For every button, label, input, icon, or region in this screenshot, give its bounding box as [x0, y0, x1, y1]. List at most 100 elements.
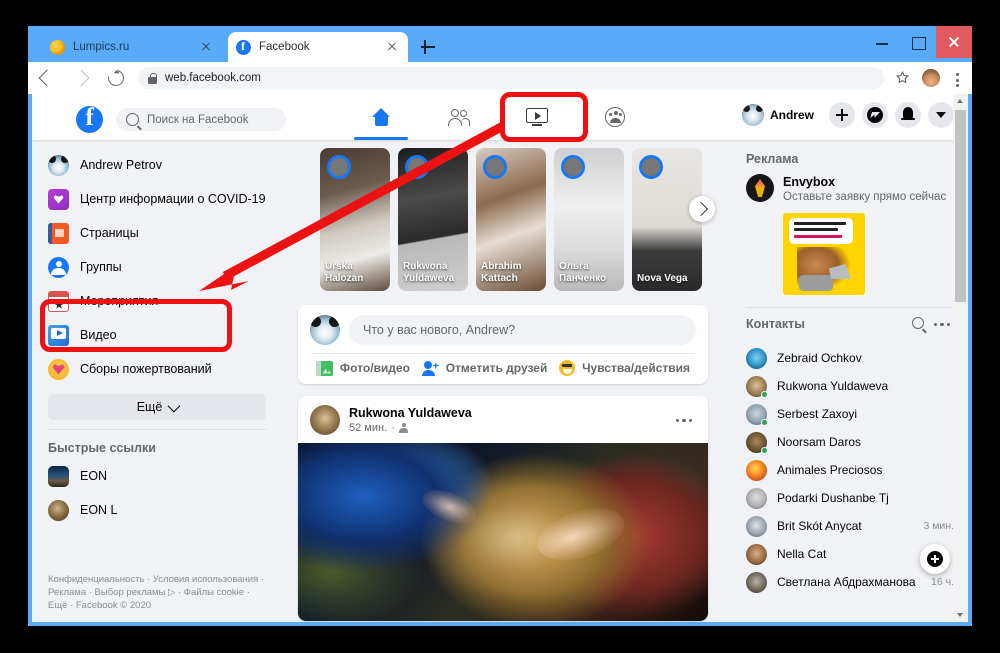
post-meta: Rukwona Yuldaweva 52 мин. · — [349, 406, 672, 435]
chevron-down-icon — [936, 112, 946, 118]
account-menu-button[interactable] — [928, 102, 954, 128]
quick-link-eon[interactable]: EON — [32, 459, 282, 493]
scrollbar-thumb[interactable] — [955, 110, 966, 302]
avatar — [310, 315, 340, 345]
right-sidebar: Реклама Envybox Оставьте заявку прямо се… — [732, 140, 968, 622]
see-more-button[interactable]: Ещё — [48, 394, 266, 420]
minimize-button[interactable] — [864, 26, 900, 58]
separator-dot: · — [391, 421, 395, 435]
contact-time: 3 мин. — [923, 520, 954, 532]
account-profile-chip[interactable]: Andrew — [739, 101, 822, 129]
avatar — [746, 460, 767, 481]
next-stories-button[interactable] — [689, 196, 715, 222]
address-bar[interactable]: web.facebook.com — [138, 67, 884, 89]
ad-unit[interactable]: Envybox Оставьте заявку прямо сейчас — [746, 174, 954, 205]
contact-row[interactable]: Noorsam Daros — [746, 428, 954, 456]
page-scrollbar[interactable] — [953, 94, 968, 622]
sidebar-item-fundraisers[interactable]: Сборы пожертвований — [32, 352, 282, 386]
reload-button[interactable] — [100, 63, 130, 93]
quick-link-eon-l[interactable]: EON L — [32, 493, 282, 527]
browser-tab-facebook[interactable]: Facebook — [228, 32, 408, 62]
center-feed: Urska Halozan Rukwona Yuldaweva Abrahim … — [282, 140, 732, 622]
avatar — [746, 404, 767, 425]
search-input[interactable]: Поиск на Facebook — [116, 108, 286, 131]
contact-row[interactable]: Brit Skót Anycat 3 мин. — [746, 512, 954, 540]
new-tab-button[interactable] — [418, 37, 438, 57]
sidebar-item-events[interactable]: Мероприятия — [32, 284, 282, 318]
new-message-button[interactable] — [920, 544, 950, 574]
avatar — [746, 572, 767, 593]
close-button[interactable] — [936, 26, 972, 58]
create-button[interactable] — [829, 102, 855, 128]
composer-input[interactable]: Что у вас нового, Andrew? — [349, 315, 696, 345]
sidebar-item-video[interactable]: Видео — [32, 318, 282, 352]
search-icon[interactable] — [906, 312, 930, 336]
nav-tab-gaming[interactable] — [576, 94, 654, 140]
sidebar-item-covid[interactable]: Центр информации о COVID-19 — [32, 182, 282, 216]
composer-action-label: Отметить друзей — [446, 361, 548, 375]
browser-menu-button[interactable] — [946, 65, 968, 91]
story-card[interactable]: Nova Vega — [632, 148, 702, 291]
post-author[interactable]: Rukwona Yuldaweva — [349, 406, 672, 421]
ad-advertiser-avatar — [746, 174, 774, 202]
avatar — [746, 432, 767, 453]
composer-top-row: Что у вас нового, Andrew? — [310, 315, 696, 345]
contact-name: Zebraid Ochkov — [777, 351, 944, 365]
covid-shield-icon — [48, 189, 69, 210]
scroll-up-button[interactable] — [953, 94, 968, 109]
back-button[interactable] — [32, 63, 62, 93]
contact-row[interactable]: Rukwona Yuldaweva — [746, 372, 954, 400]
more-options-icon[interactable] — [672, 408, 696, 432]
contact-row[interactable]: Animales Preciosos — [746, 456, 954, 484]
close-tab-icon[interactable] — [384, 39, 400, 55]
story-card[interactable]: Rukwona Yuldaweva — [398, 148, 468, 291]
contact-row[interactable]: Serbest Zaxoyi — [746, 400, 954, 428]
sidebar-item-pages[interactable]: Страницы — [32, 216, 282, 250]
chevron-down-icon — [168, 399, 181, 412]
contact-name: Serbest Zaxoyi — [777, 407, 944, 421]
sidebar-item-profile[interactable]: Andrew Petrov — [32, 148, 282, 182]
account-name: Andrew — [770, 108, 814, 122]
bookmark-star-icon[interactable] — [890, 65, 916, 91]
contact-row[interactable]: Светлана Абдрахманова 16 ч. — [746, 568, 954, 596]
avatar — [405, 155, 429, 179]
facebook-body: Andrew Petrov Центр информации о COVID-1… — [32, 140, 968, 622]
avatar[interactable] — [310, 405, 340, 435]
fundraiser-heart-icon — [48, 359, 69, 380]
online-status-dot — [761, 391, 768, 398]
close-tab-icon[interactable] — [198, 39, 214, 55]
post-subline: 52 мин. · — [349, 421, 672, 435]
notifications-button[interactable] — [895, 102, 921, 128]
composer-tag-friends-button[interactable]: Отметить друзей — [422, 360, 548, 376]
avatar — [483, 155, 507, 179]
composer-actions: Фото/видео Отметить друзей Чувства/дейст… — [310, 354, 696, 378]
story-card[interactable]: Urska Halozan — [320, 148, 390, 291]
contact-name: Animales Preciosos — [777, 463, 944, 477]
nav-tab-home[interactable] — [342, 94, 420, 140]
nav-tab-video[interactable] — [498, 94, 576, 140]
post-image[interactable] — [298, 443, 708, 621]
maximize-button[interactable] — [900, 26, 936, 58]
sidebar-item-label: Центр информации о COVID-19 — [80, 192, 266, 206]
facebook-logo[interactable] — [76, 106, 103, 133]
contact-name: Светлана Абдрахманова — [777, 575, 921, 589]
nav-tab-friends[interactable] — [420, 94, 498, 140]
story-card[interactable]: Ольга Панченко — [554, 148, 624, 291]
composer-photo-video-button[interactable]: Фото/видео — [316, 360, 410, 376]
home-icon — [372, 108, 391, 126]
messenger-button[interactable] — [862, 102, 888, 128]
contact-row[interactable]: Zebraid Ochkov — [746, 344, 954, 372]
more-options-icon[interactable] — [930, 312, 954, 336]
browser-tab-lumpics[interactable]: Lumpics.ru — [42, 32, 222, 62]
scroll-down-button[interactable] — [953, 607, 968, 622]
groups-icon — [48, 257, 69, 278]
forward-button[interactable] — [66, 63, 96, 93]
contact-name: Rukwona Yuldaweva — [777, 379, 944, 393]
sidebar-item-groups[interactable]: Группы — [32, 250, 282, 284]
contact-row[interactable]: Podarki Dushanbe Tj — [746, 484, 954, 512]
story-card[interactable]: Abrahim Kattach — [476, 148, 546, 291]
tab-title: Lumpics.ru — [73, 41, 198, 53]
browser-profile-avatar[interactable] — [922, 69, 940, 87]
ad-creative-image[interactable] — [783, 213, 865, 295]
composer-feeling-activity-button[interactable]: Чувства/действия — [559, 360, 690, 376]
